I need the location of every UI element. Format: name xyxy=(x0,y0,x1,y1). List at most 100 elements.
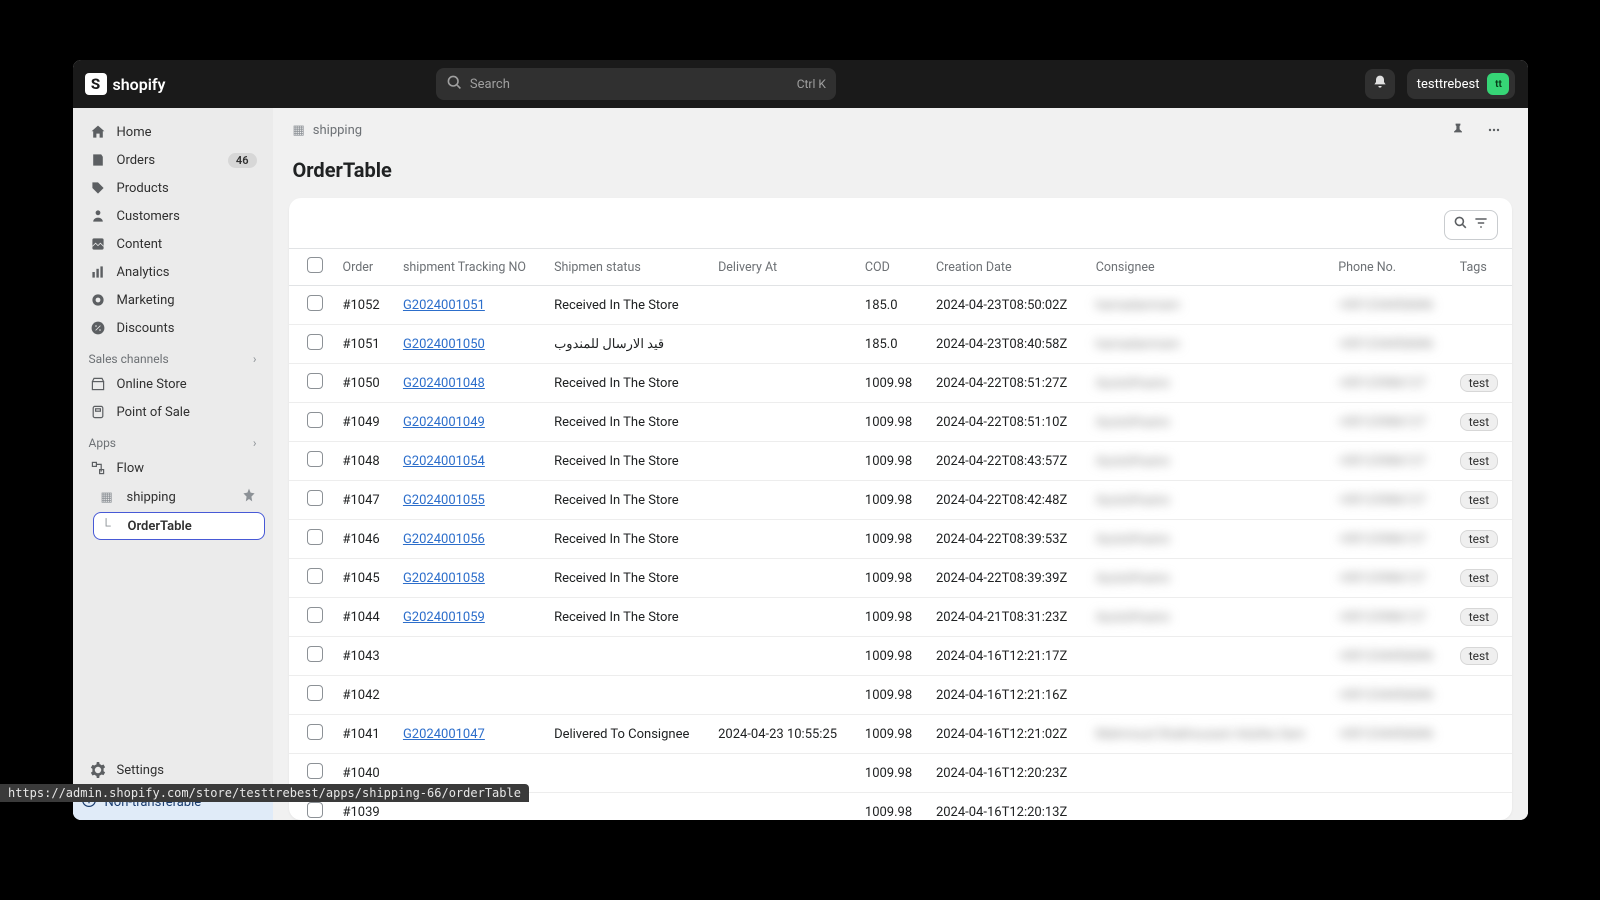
search-input[interactable]: Search Ctrl K xyxy=(436,68,836,100)
flow-icon xyxy=(89,459,107,477)
products-icon xyxy=(89,179,107,197)
table-row[interactable]: #10421009.982024-04-16T12:21:16Z+0012344… xyxy=(289,676,1512,715)
chevron-right-icon: › xyxy=(253,352,257,366)
tracking-link[interactable]: G2024001051 xyxy=(403,298,485,313)
row-checkbox[interactable] xyxy=(307,529,323,545)
row-checkbox[interactable] xyxy=(307,802,323,818)
tracking-link[interactable]: G2024001059 xyxy=(403,610,485,625)
table-row[interactable]: #1041G2024001047Delivered To Consignee20… xyxy=(289,715,1512,754)
tracking-link[interactable]: G2024001049 xyxy=(403,415,485,430)
row-checkbox[interactable] xyxy=(307,295,323,311)
table-row[interactable]: #1047G2024001055Received In The Store100… xyxy=(289,481,1512,520)
table-row[interactable]: #1051G2024001050قيد الارسال للمندوب185.0… xyxy=(289,325,1512,364)
table-row[interactable]: #1050G2024001048Received In The Store100… xyxy=(289,364,1512,403)
orders-table: Ordershipment Tracking NOShipmen statusD… xyxy=(289,248,1512,820)
consignee-value: AyutulHuano xyxy=(1096,571,1170,586)
search-placeholder: Search xyxy=(470,77,510,92)
nav-orders[interactable]: Orders46 xyxy=(81,146,265,174)
row-checkbox[interactable] xyxy=(307,646,323,662)
consignee-value: AyutulHuano xyxy=(1096,376,1170,391)
row-checkbox[interactable] xyxy=(307,412,323,428)
nav-flow[interactable]: Flow xyxy=(81,454,265,482)
column-header[interactable]: Consignee xyxy=(1086,249,1328,286)
tracking-link[interactable]: G2024001058 xyxy=(403,571,485,586)
column-header[interactable]: COD xyxy=(855,249,926,286)
tracking-link[interactable]: G2024001048 xyxy=(403,376,485,391)
gear-icon xyxy=(89,761,107,779)
nav-analytics[interactable]: Analytics xyxy=(81,258,265,286)
section-sales-channels[interactable]: Sales channels› xyxy=(81,342,265,370)
row-checkbox[interactable] xyxy=(307,451,323,467)
row-checkbox[interactable] xyxy=(307,607,323,623)
row-checkbox[interactable] xyxy=(307,763,323,779)
pin-icon[interactable] xyxy=(241,487,257,507)
tracking-link[interactable]: G2024001054 xyxy=(403,454,485,469)
nav-marketing[interactable]: Marketing xyxy=(81,286,265,314)
section-apps[interactable]: Apps› xyxy=(81,426,265,454)
select-all-checkbox[interactable] xyxy=(307,257,323,273)
nav-shipping-app[interactable]: ▦shipping xyxy=(93,482,265,512)
table-row[interactable]: #1046G2024001056Received In The Store100… xyxy=(289,520,1512,559)
logo[interactable]: S shopify xyxy=(85,73,166,95)
tag-badge: test xyxy=(1460,491,1498,509)
filter-icon xyxy=(1473,215,1489,235)
nav-pos[interactable]: Point of Sale xyxy=(81,398,265,426)
column-header[interactable]: Phone No. xyxy=(1328,249,1450,286)
column-header[interactable]: Delivery At xyxy=(708,249,855,286)
column-header[interactable]: Creation Date xyxy=(926,249,1086,286)
table-row[interactable]: #1049G2024001049Received In The Store100… xyxy=(289,403,1512,442)
avatar: tt xyxy=(1487,73,1509,95)
app-breadcrumb-icon: ▦ xyxy=(293,123,305,138)
user-menu[interactable]: testtrebest tt xyxy=(1407,69,1516,99)
nav-customers[interactable]: Customers xyxy=(81,202,265,230)
column-header[interactable]: shipment Tracking NO xyxy=(393,249,544,286)
nav-content[interactable]: Content xyxy=(81,230,265,258)
tree-branch-icon: └ xyxy=(102,518,118,534)
consignee-value: hamadanmam xyxy=(1096,298,1180,313)
nav-products[interactable]: Products xyxy=(81,174,265,202)
tracking-link[interactable]: G2024001055 xyxy=(403,493,485,508)
phone-value: +00123986127 xyxy=(1338,493,1426,508)
consignee-value: Mahmoud Shakhousani Adulha Sam xyxy=(1096,727,1306,742)
chevron-right-icon: › xyxy=(253,436,257,450)
tag-badge: test xyxy=(1460,647,1498,665)
consignee-value: hamadanmam xyxy=(1096,337,1180,352)
search-filter-button[interactable] xyxy=(1444,210,1498,240)
consignee-value: AyutulHuano xyxy=(1096,493,1170,508)
nav-home[interactable]: Home xyxy=(81,118,265,146)
breadcrumb[interactable]: shipping xyxy=(313,123,362,138)
phone-value: +001234456846 xyxy=(1338,727,1433,742)
row-checkbox[interactable] xyxy=(307,568,323,584)
pin-page-button[interactable] xyxy=(1444,116,1472,144)
nav-ordertable[interactable]: └OrderTable xyxy=(93,512,265,540)
tracking-link[interactable]: G2024001056 xyxy=(403,532,485,547)
customers-icon xyxy=(89,207,107,225)
phone-value: +00123986127 xyxy=(1338,532,1426,547)
row-checkbox[interactable] xyxy=(307,724,323,740)
row-checkbox[interactable] xyxy=(307,373,323,389)
table-row[interactable]: #1048G2024001054Received In The Store100… xyxy=(289,442,1512,481)
notifications-button[interactable] xyxy=(1365,69,1395,99)
column-header[interactable]: Shipmen status xyxy=(544,249,708,286)
nav-discounts[interactable]: Discounts xyxy=(81,314,265,342)
table-row[interactable]: #1045G2024001058Received In The Store100… xyxy=(289,559,1512,598)
table-row[interactable]: #1052G2024001051Received In The Store185… xyxy=(289,286,1512,325)
phone-value: +001234456846 xyxy=(1338,688,1433,703)
tag-badge: test xyxy=(1460,374,1498,392)
nav-online-store[interactable]: Online Store xyxy=(81,370,265,398)
tag-badge: test xyxy=(1460,452,1498,470)
column-header[interactable]: Order xyxy=(333,249,393,286)
row-checkbox[interactable] xyxy=(307,490,323,506)
row-checkbox[interactable] xyxy=(307,685,323,701)
tracking-link[interactable]: G2024001047 xyxy=(403,727,485,742)
table-row[interactable]: #1044G2024001059Received In The Store100… xyxy=(289,598,1512,637)
table-row[interactable]: #10431009.982024-04-16T12:21:17Z+0012344… xyxy=(289,637,1512,676)
tag-badge: test xyxy=(1460,413,1498,431)
nav-settings[interactable]: Settings xyxy=(81,756,265,784)
store-icon xyxy=(89,375,107,393)
column-header[interactable]: Tags xyxy=(1450,249,1512,286)
more-actions-button[interactable] xyxy=(1480,116,1508,144)
row-checkbox[interactable] xyxy=(307,334,323,350)
tracking-link[interactable]: G2024001050 xyxy=(403,337,485,352)
logo-icon: S xyxy=(85,73,107,95)
